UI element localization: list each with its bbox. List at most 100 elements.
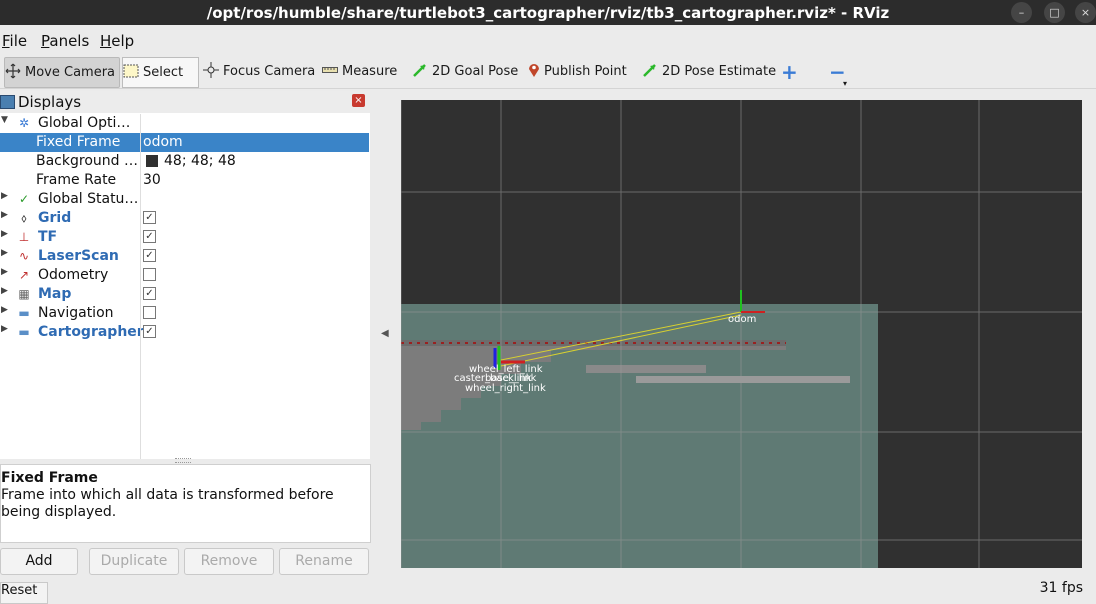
map-checkbox[interactable]: ✓ — [143, 287, 156, 300]
tf-checkbox[interactable]: ✓ — [143, 230, 156, 243]
folder-icon: ▬ — [18, 306, 30, 320]
displays-header: Displays × — [0, 91, 370, 113]
tree-tf[interactable]: ▶ ⊥ TF ✓ — [0, 228, 369, 247]
frame-rate-value[interactable]: 30 — [143, 172, 161, 188]
global-options-label: Global Opti… — [38, 115, 131, 131]
collapse-arrow-icon[interactable]: ◀ — [381, 328, 389, 339]
tree-grid[interactable]: ▶ ⬨ Grid ✓ — [0, 209, 369, 228]
grid-checkbox[interactable]: ✓ — [143, 211, 156, 224]
maximize-button[interactable]: □ — [1044, 2, 1065, 23]
goal-pose-tool[interactable]: 2D Goal Pose — [412, 57, 518, 86]
map-corridor — [586, 365, 706, 373]
displays-panel: Displays × ▼ ✲ Global Opti… Fixed Frame … — [0, 91, 370, 459]
goal-pose-label: 2D Goal Pose — [432, 64, 519, 79]
odometry-label: Odometry — [38, 267, 109, 283]
menu-help[interactable]: Help — [100, 32, 134, 50]
tool-dropdown-icon[interactable]: ▾ — [843, 69, 847, 98]
menu-panels[interactable]: Panels — [41, 32, 89, 50]
select-icon — [123, 64, 139, 82]
map-icon: ▦ — [18, 287, 30, 301]
fixed-frame-value[interactable]: odom — [143, 134, 183, 150]
select-tool[interactable]: Select — [122, 57, 199, 88]
column-divider — [140, 114, 141, 459]
gear-icon: ✲ — [18, 116, 30, 130]
map-label: Map — [38, 286, 72, 302]
collapsed-arrow-icon[interactable]: ▶ — [1, 305, 8, 315]
fps-readout: 31 fps — [1039, 580, 1083, 596]
pose-estimate-label: 2D Pose Estimate — [662, 64, 777, 79]
checkmark-icon: ✓ — [18, 192, 30, 206]
axes-icon: ⊥ — [18, 230, 30, 244]
property-description: Fixed Frame Frame into which all data is… — [0, 464, 371, 543]
tf-label: TF — [38, 229, 58, 245]
move-camera-label: Move Camera — [25, 65, 116, 80]
green-arrow-icon — [412, 62, 428, 82]
menu-file[interactable]: File — [2, 32, 27, 50]
collapsed-arrow-icon[interactable]: ▶ — [1, 191, 8, 201]
wheel-right-label: wheel_right_link — [465, 383, 546, 394]
navigation-checkbox[interactable] — [143, 306, 156, 319]
tree-navigation[interactable]: ▶ ▬ Navigation — [0, 304, 369, 323]
laser-icon: ∿ — [18, 249, 30, 263]
tree-fixed-frame[interactable]: Fixed Frame odom — [0, 133, 369, 152]
description-body: Frame into which all data is transformed… — [1, 487, 334, 520]
map-pin-icon — [528, 62, 540, 82]
tree-global-status[interactable]: ▶ ✓ Global Statu… — [0, 190, 369, 209]
odom-label: odom — [728, 314, 756, 325]
expanded-arrow-icon[interactable]: ▼ — [1, 115, 8, 125]
background-value[interactable]: 48; 48; 48 — [164, 153, 236, 169]
map-corridor-2 — [636, 376, 850, 383]
render-viewport[interactable]: odom wheel_left_link caster_back_link ba… — [401, 100, 1082, 568]
frame-rate-label: Frame Rate — [36, 172, 117, 188]
close-window-button[interactable]: × — [1075, 2, 1096, 23]
tree-map[interactable]: ▶ ▦ Map ✓ — [0, 285, 369, 304]
grid-label: Grid — [38, 210, 72, 226]
fixed-frame-label: Fixed Frame — [36, 134, 121, 150]
move-camera-tool[interactable]: Move Camera — [4, 57, 120, 88]
global-status-label: Global Statu… — [38, 191, 138, 207]
pose-estimate-tool[interactable]: 2D Pose Estimate — [642, 57, 776, 86]
duplicate-button[interactable]: Duplicate — [89, 548, 179, 575]
tree-odometry[interactable]: ▶ ↗ Odometry — [0, 266, 369, 285]
green-arrow-icon — [642, 62, 658, 82]
odometry-checkbox[interactable] — [143, 268, 156, 281]
menu-bar: File Panels Help — [0, 30, 1096, 52]
window-title: /opt/ros/humble/share/turtlebot3_cartogr… — [206, 4, 890, 22]
collapsed-arrow-icon[interactable]: ▶ — [1, 267, 8, 277]
select-label: Select — [143, 65, 184, 80]
add-button[interactable]: Add — [0, 548, 78, 575]
color-swatch[interactable] — [146, 155, 158, 167]
add-tool-button[interactable]: + — [781, 57, 798, 86]
navigation-label: Navigation — [38, 305, 114, 321]
remove-button[interactable]: Remove — [184, 548, 274, 575]
scene-canvas: odom wheel_left_link caster_back_link ba… — [401, 100, 1082, 568]
laserscan-checkbox[interactable]: ✓ — [143, 249, 156, 262]
reset-button[interactable]: Reset — [0, 582, 48, 604]
collapsed-arrow-icon[interactable]: ▶ — [1, 324, 8, 334]
focus-camera-label: Focus Camera — [223, 64, 316, 79]
folder-icon: ▬ — [18, 325, 30, 339]
splitter-handle[interactable] — [175, 458, 191, 463]
tree-global-options[interactable]: ▼ ✲ Global Opti… — [0, 114, 369, 133]
publish-point-tool[interactable]: Publish Point — [528, 57, 627, 86]
focus-camera-icon — [203, 61, 219, 82]
tree-laserscan[interactable]: ▶ ∿ LaserScan ✓ — [0, 247, 369, 266]
collapsed-arrow-icon[interactable]: ▶ — [1, 210, 8, 220]
tree-frame-rate[interactable]: Frame Rate 30 — [0, 171, 369, 190]
rename-button[interactable]: Rename — [279, 548, 369, 575]
collapsed-arrow-icon[interactable]: ▶ — [1, 229, 8, 239]
tool-bar: Move Camera Select Focus Camera Measure … — [0, 55, 1096, 89]
title-bar: /opt/ros/humble/share/turtlebot3_cartogr… — [0, 0, 1096, 25]
tree-cartographer[interactable]: ▶ ▬ Cartographer ✓ — [0, 323, 369, 342]
measure-label: Measure — [342, 64, 398, 79]
close-panel-button[interactable]: × — [352, 94, 365, 107]
collapsed-arrow-icon[interactable]: ▶ — [1, 286, 8, 296]
collapsed-arrow-icon[interactable]: ▶ — [1, 248, 8, 258]
focus-camera-tool[interactable]: Focus Camera — [203, 57, 315, 86]
description-heading: Fixed Frame — [1, 470, 98, 486]
move-camera-icon — [5, 63, 21, 83]
minimize-button[interactable]: – — [1011, 2, 1032, 23]
measure-tool[interactable]: Measure — [322, 57, 397, 86]
tree-background[interactable]: Background … 48; 48; 48 — [0, 152, 369, 171]
cartographer-checkbox[interactable]: ✓ — [143, 325, 156, 338]
